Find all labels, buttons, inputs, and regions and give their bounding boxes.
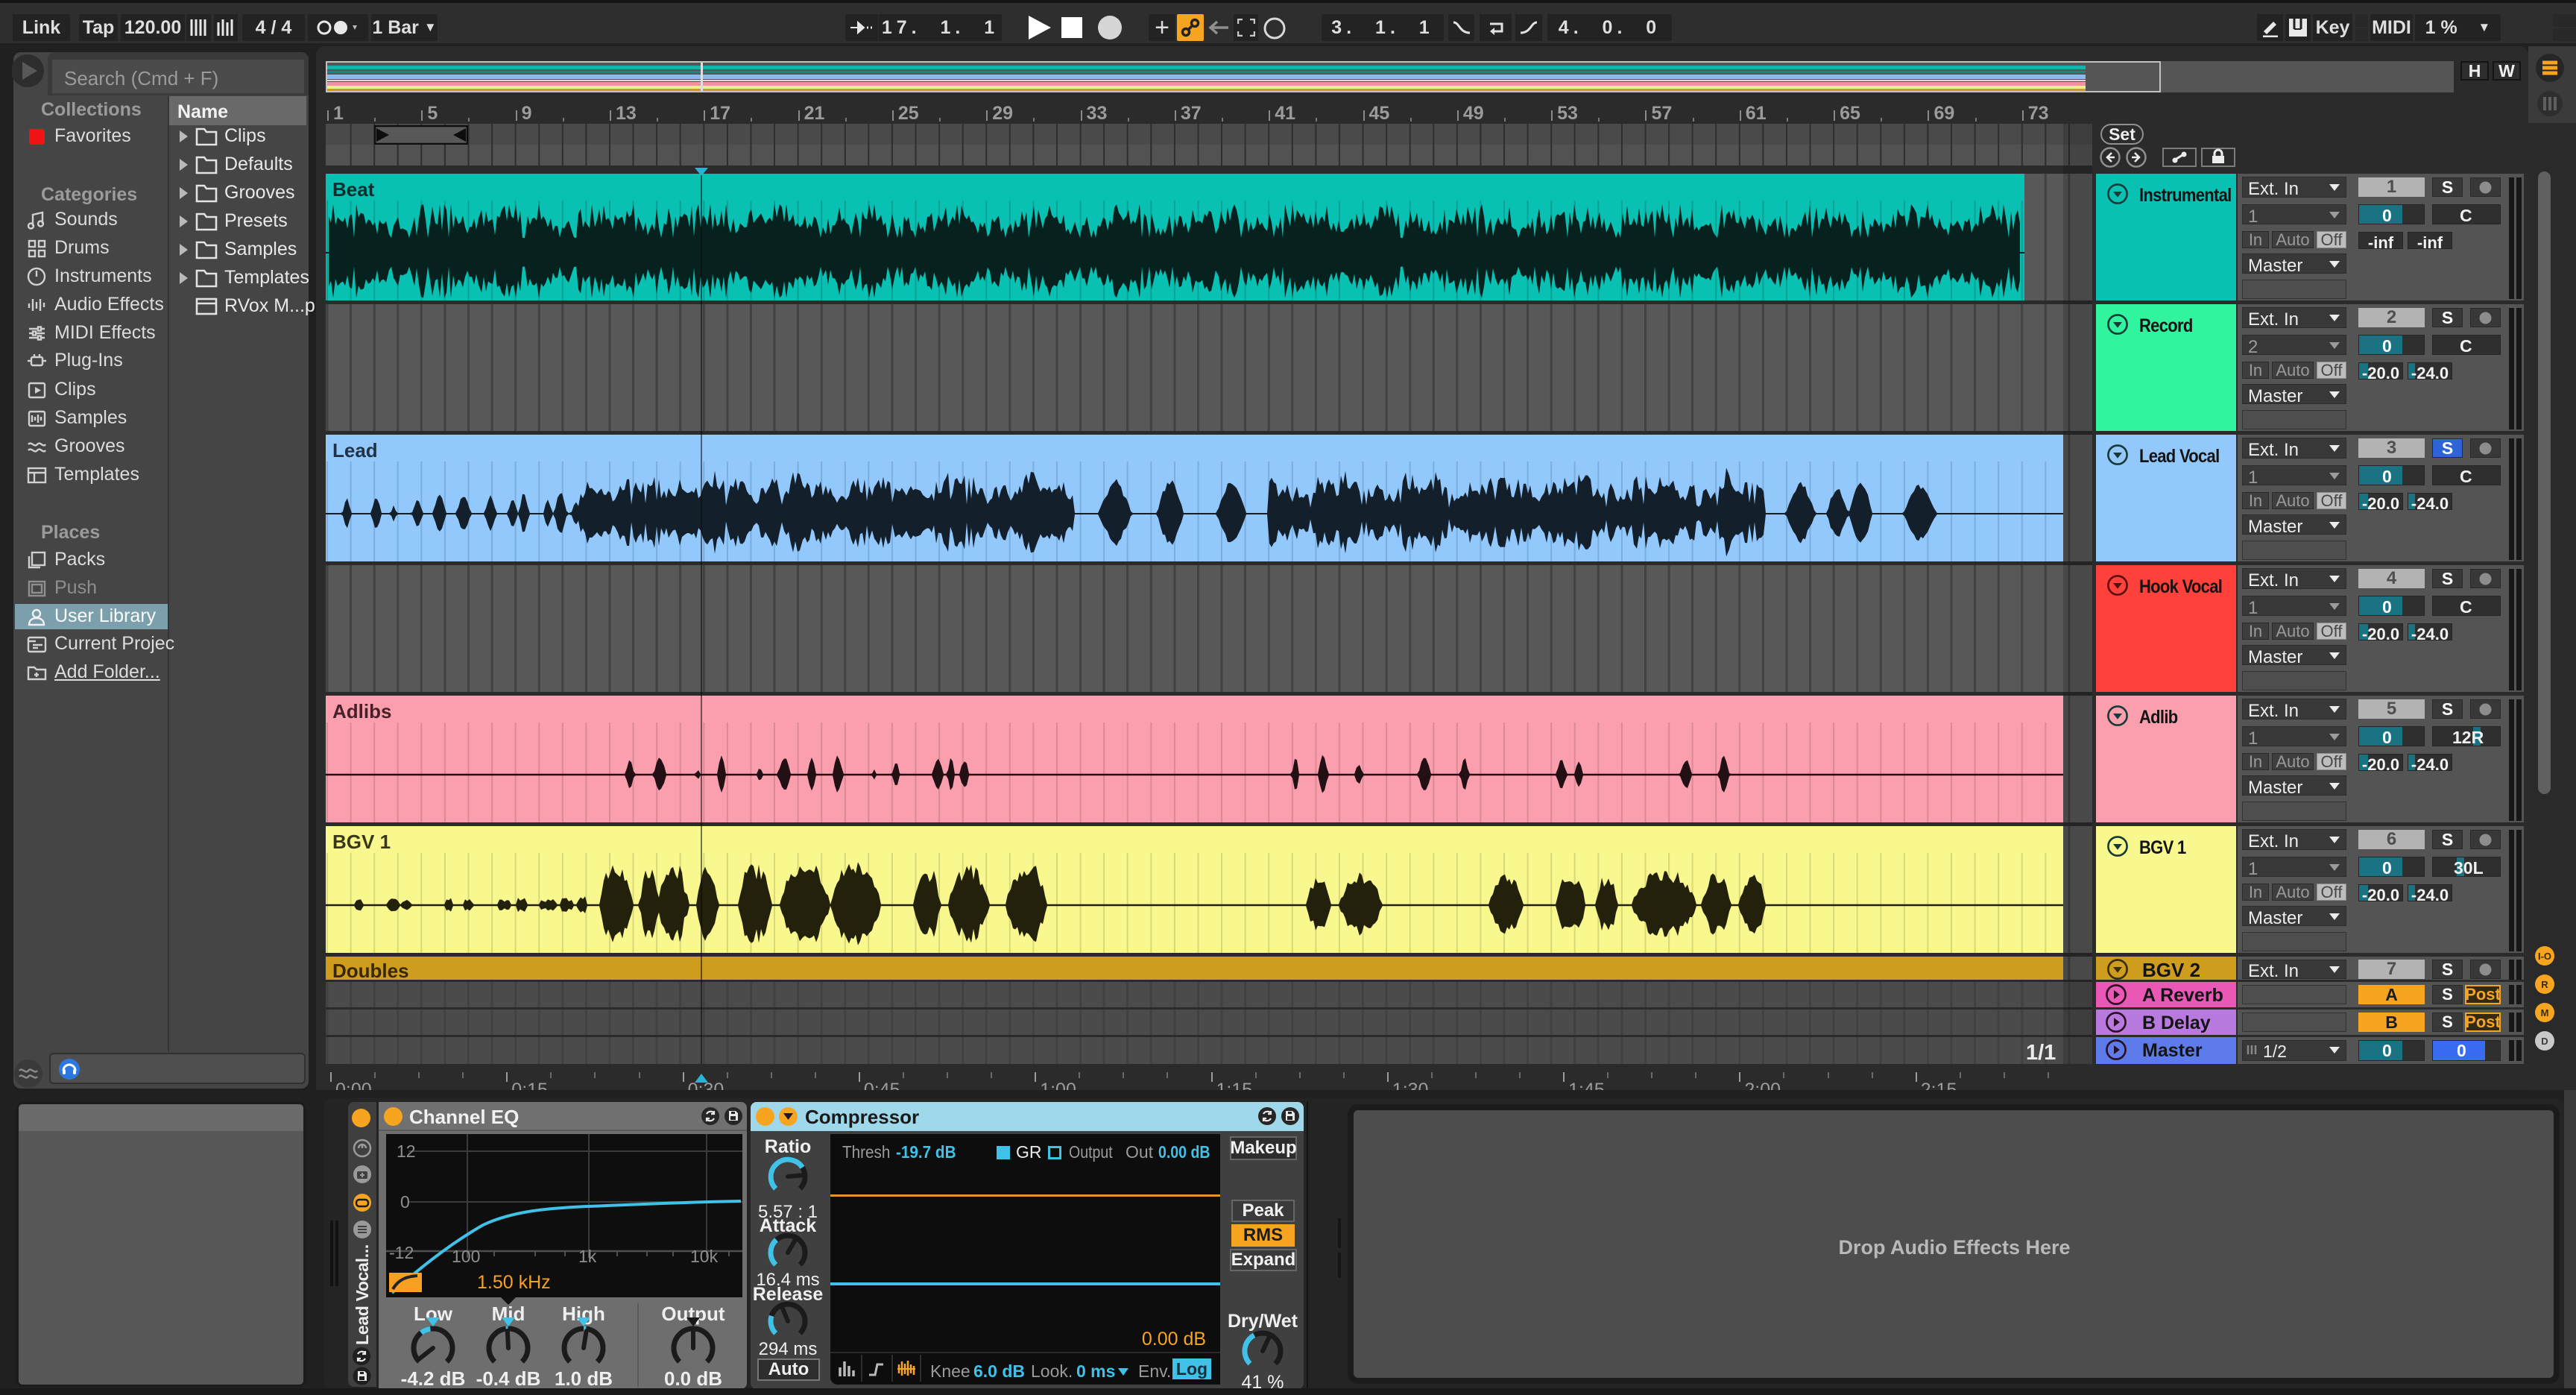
svg-text:0: 0 — [400, 1192, 410, 1212]
svg-text:I-O: I-O — [2538, 951, 2551, 962]
svg-text:1.50 kHz: 1.50 kHz — [477, 1272, 551, 1293]
svg-text:M: M — [2541, 1007, 2549, 1018]
svg-text:R: R — [2541, 979, 2548, 990]
svg-text:D: D — [2541, 1036, 2548, 1047]
svg-text:10k: 10k — [690, 1247, 719, 1266]
svg-text:1k: 1k — [578, 1247, 597, 1266]
svg-text:12: 12 — [397, 1141, 416, 1161]
svg-text:-12: -12 — [389, 1243, 414, 1262]
svg-text:100: 100 — [452, 1247, 480, 1266]
